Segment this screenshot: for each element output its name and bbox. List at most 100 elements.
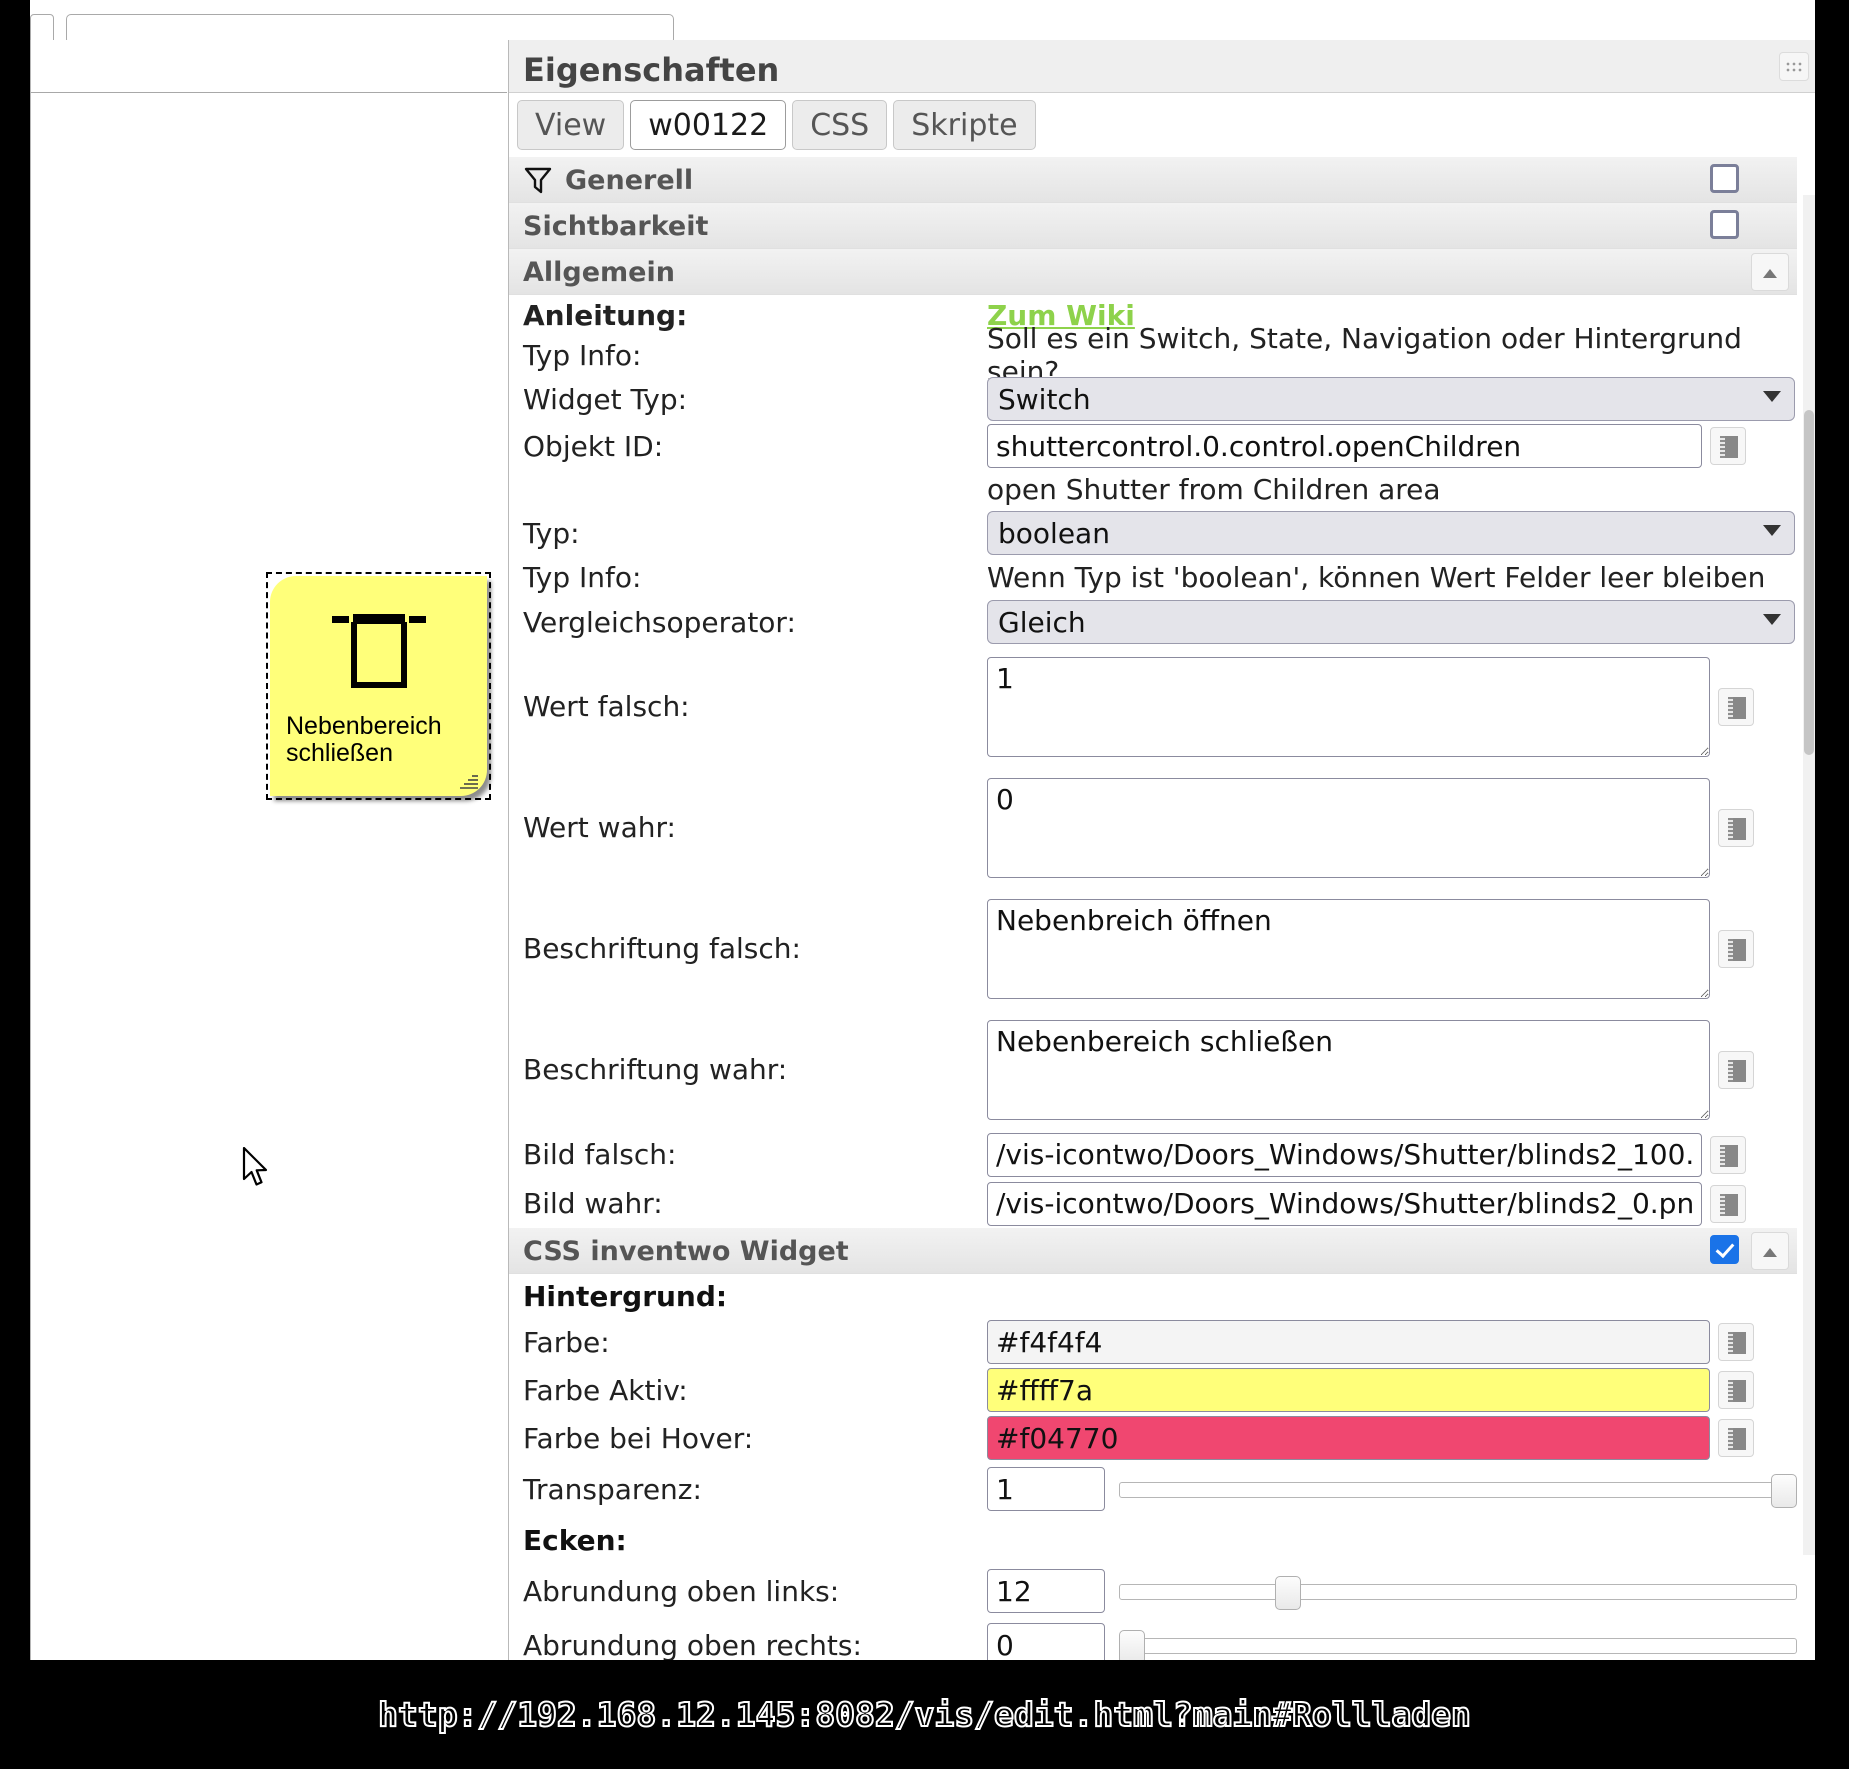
- farbe-aktiv-picker-button[interactable]: [1718, 1371, 1754, 1409]
- section-css-inventwo-label: CSS inventwo Widget: [523, 1236, 849, 1267]
- label-typ-info-1: Typ Info:: [523, 338, 642, 372]
- list-picker-icon: [1728, 938, 1746, 961]
- select-widget-typ[interactable]: Switch: [987, 377, 1795, 421]
- input-bild-falsch[interactable]: [987, 1132, 1702, 1177]
- section-css-inventwo-collapse-button[interactable]: [1751, 1232, 1789, 1270]
- status-bar: http://192.168.12.145:8082/vis/edit.html…: [0, 1660, 1849, 1769]
- input-abrundung-oben-links[interactable]: [987, 1569, 1105, 1613]
- tab-view[interactable]: View: [517, 100, 625, 150]
- label-farbe-aktiv: Farbe Aktiv:: [523, 1373, 688, 1407]
- bild-wahr-picker-button[interactable]: [1710, 1184, 1746, 1223]
- slider-abrundung-oben-links[interactable]: [1119, 1576, 1797, 1610]
- list-picker-icon: [1728, 1059, 1746, 1082]
- label-typ: Typ:: [523, 516, 580, 550]
- label-beschriftung-falsch: Beschriftung falsch:: [523, 932, 801, 965]
- row-ecken-heading: Ecken:: [509, 1516, 1797, 1564]
- widget-preview[interactable]: Nebenbereich schließen: [270, 576, 487, 796]
- wert-falsch-picker-button[interactable]: [1718, 687, 1754, 726]
- tab-css[interactable]: CSS: [792, 100, 888, 150]
- row-transparenz: Transparenz:: [509, 1462, 1797, 1516]
- slider-transparenz[interactable]: [1119, 1474, 1797, 1508]
- mouse-cursor-icon: [242, 1146, 272, 1189]
- value-objekt-id-hint: open Shutter from Children area: [987, 472, 1441, 506]
- section-allgemein-collapse-button[interactable]: [1751, 253, 1789, 291]
- slider-track: [1119, 1584, 1797, 1600]
- row-bild-falsch: Bild falsch:: [509, 1130, 1797, 1179]
- properties-title-bar: Eigenschaften: [509, 40, 1815, 93]
- section-sichtbarkeit[interactable]: Sichtbarkeit: [509, 203, 1797, 249]
- label-farbe: Farbe:: [523, 1325, 610, 1359]
- label-beschriftung-wahr: Beschriftung wahr:: [523, 1053, 788, 1086]
- status-url: http://192.168.12.145:8082/vis/edit.html…: [377, 1694, 1472, 1735]
- row-abrundung-oben-rechts: Abrundung oben rechts:: [509, 1618, 1797, 1660]
- input-transparenz[interactable]: [987, 1467, 1105, 1511]
- row-widget-typ: Widget Typ: Switch: [509, 375, 1797, 423]
- selected-widget-outline[interactable]: Nebenbereich schließen: [266, 572, 491, 800]
- section-sichtbarkeit-checkbox[interactable]: [1710, 210, 1739, 239]
- css-inventwo-rows: Hintergrund: Farbe: Farbe Aktiv:: [509, 1274, 1797, 1660]
- bild-falsch-picker-button[interactable]: [1710, 1135, 1746, 1174]
- select-typ[interactable]: boolean: [987, 511, 1795, 555]
- row-objekt-id-hint: open Shutter from Children area: [509, 469, 1797, 509]
- row-beschriftung-falsch: Beschriftung falsch: Nebenbreich öffnen: [509, 888, 1797, 1009]
- textarea-beschriftung-falsch[interactable]: Nebenbreich öffnen: [987, 898, 1710, 999]
- section-css-inventwo[interactable]: CSS inventwo Widget: [509, 1228, 1797, 1274]
- scrollbar-thumb[interactable]: [1804, 410, 1814, 755]
- row-typ-info-2: Typ Info: Wenn Typ ist 'boolean', können…: [509, 557, 1797, 598]
- beschriftung-falsch-picker-button[interactable]: [1718, 929, 1754, 968]
- list-picker-icon: [1720, 1144, 1738, 1167]
- textarea-beschriftung-wahr[interactable]: Nebenbereich schließen: [987, 1019, 1710, 1120]
- chrome-small-button[interactable]: [30, 14, 54, 40]
- farbe-picker-button[interactable]: [1718, 1323, 1754, 1361]
- tab-skripte[interactable]: Skripte: [893, 100, 1036, 150]
- input-farbe[interactable]: [987, 1320, 1710, 1364]
- page-title: Eigenschaften: [523, 51, 780, 89]
- input-farbe-hover[interactable]: [987, 1416, 1710, 1460]
- section-generell-label: Generell: [565, 165, 694, 196]
- label-vergleichsoperator: Vergleichsoperator:: [523, 605, 796, 639]
- textarea-wert-falsch[interactable]: 1: [987, 656, 1710, 757]
- slider-thumb[interactable]: [1274, 1576, 1301, 1610]
- funnel-filter-icon[interactable]: [523, 165, 553, 195]
- input-farbe-aktiv[interactable]: [987, 1368, 1710, 1412]
- label-wert-falsch: Wert falsch:: [523, 690, 690, 723]
- beschriftung-wahr-picker-button[interactable]: [1718, 1050, 1754, 1089]
- allgemein-rows: Anleitung: Zum Wiki Typ Info: Soll es ei…: [509, 295, 1797, 1228]
- slider-track: [1119, 1638, 1797, 1654]
- properties-scrollbar[interactable]: [1803, 195, 1815, 1555]
- label-farbe-hover: Farbe bei Hover:: [523, 1421, 754, 1455]
- label-typ-info-2: Typ Info:: [523, 561, 642, 594]
- list-picker-icon: [1728, 696, 1746, 719]
- chrome-address-field[interactable]: [66, 14, 674, 40]
- row-abrundung-oben-links: Abrundung oben links:: [509, 1564, 1797, 1618]
- input-bild-wahr[interactable]: [987, 1181, 1702, 1226]
- value-typ-info-2: Wenn Typ ist 'boolean', können Wert Feld…: [987, 561, 1766, 594]
- dots-icon: [1786, 62, 1804, 73]
- textarea-wert-wahr[interactable]: 0: [987, 777, 1710, 878]
- section-css-inventwo-checkbox[interactable]: [1710, 1235, 1739, 1264]
- section-allgemein[interactable]: Allgemein: [509, 249, 1797, 295]
- input-objekt-id[interactable]: [987, 424, 1702, 468]
- slider-thumb[interactable]: [1771, 1474, 1797, 1508]
- row-beschriftung-wahr: Beschriftung wahr: Nebenbereich schließe…: [509, 1009, 1797, 1130]
- grid-menu-button[interactable]: [1779, 52, 1809, 81]
- slider-abrundung-oben-rechts[interactable]: [1119, 1630, 1797, 1660]
- tab-w00122[interactable]: w00122: [630, 100, 787, 150]
- view-canvas[interactable]: Nebenbereich schließen: [37, 94, 507, 1660]
- objekt-id-picker-button[interactable]: [1710, 427, 1746, 465]
- wert-wahr-picker-button[interactable]: [1718, 808, 1754, 847]
- section-generell[interactable]: Generell: [509, 157, 1797, 203]
- farbe-hover-picker-button[interactable]: [1718, 1419, 1754, 1457]
- row-farbe-hover: Farbe bei Hover:: [509, 1414, 1797, 1462]
- slider-thumb[interactable]: [1119, 1630, 1145, 1660]
- row-vergleichsoperator: Vergleichsoperator: Gleich: [509, 598, 1797, 646]
- properties-pane: Eigenschaften View w00122 CSS Skripte Ge…: [508, 40, 1815, 1660]
- input-abrundung-oben-rechts[interactable]: [987, 1623, 1105, 1660]
- resize-grip-icon[interactable]: [458, 772, 480, 790]
- section-generell-checkbox[interactable]: [1710, 164, 1739, 193]
- select-vergleichsoperator[interactable]: Gleich: [987, 600, 1795, 644]
- properties-scroll-region[interactable]: Generell Sichtbarkeit Allgemein Anleitun…: [509, 157, 1815, 1660]
- view-canvas-header: [31, 40, 507, 93]
- label-abrundung-oben-links: Abrundung oben links:: [523, 1574, 840, 1608]
- row-typ-info-1: Typ Info: Soll es ein Switch, State, Nav…: [509, 322, 1797, 388]
